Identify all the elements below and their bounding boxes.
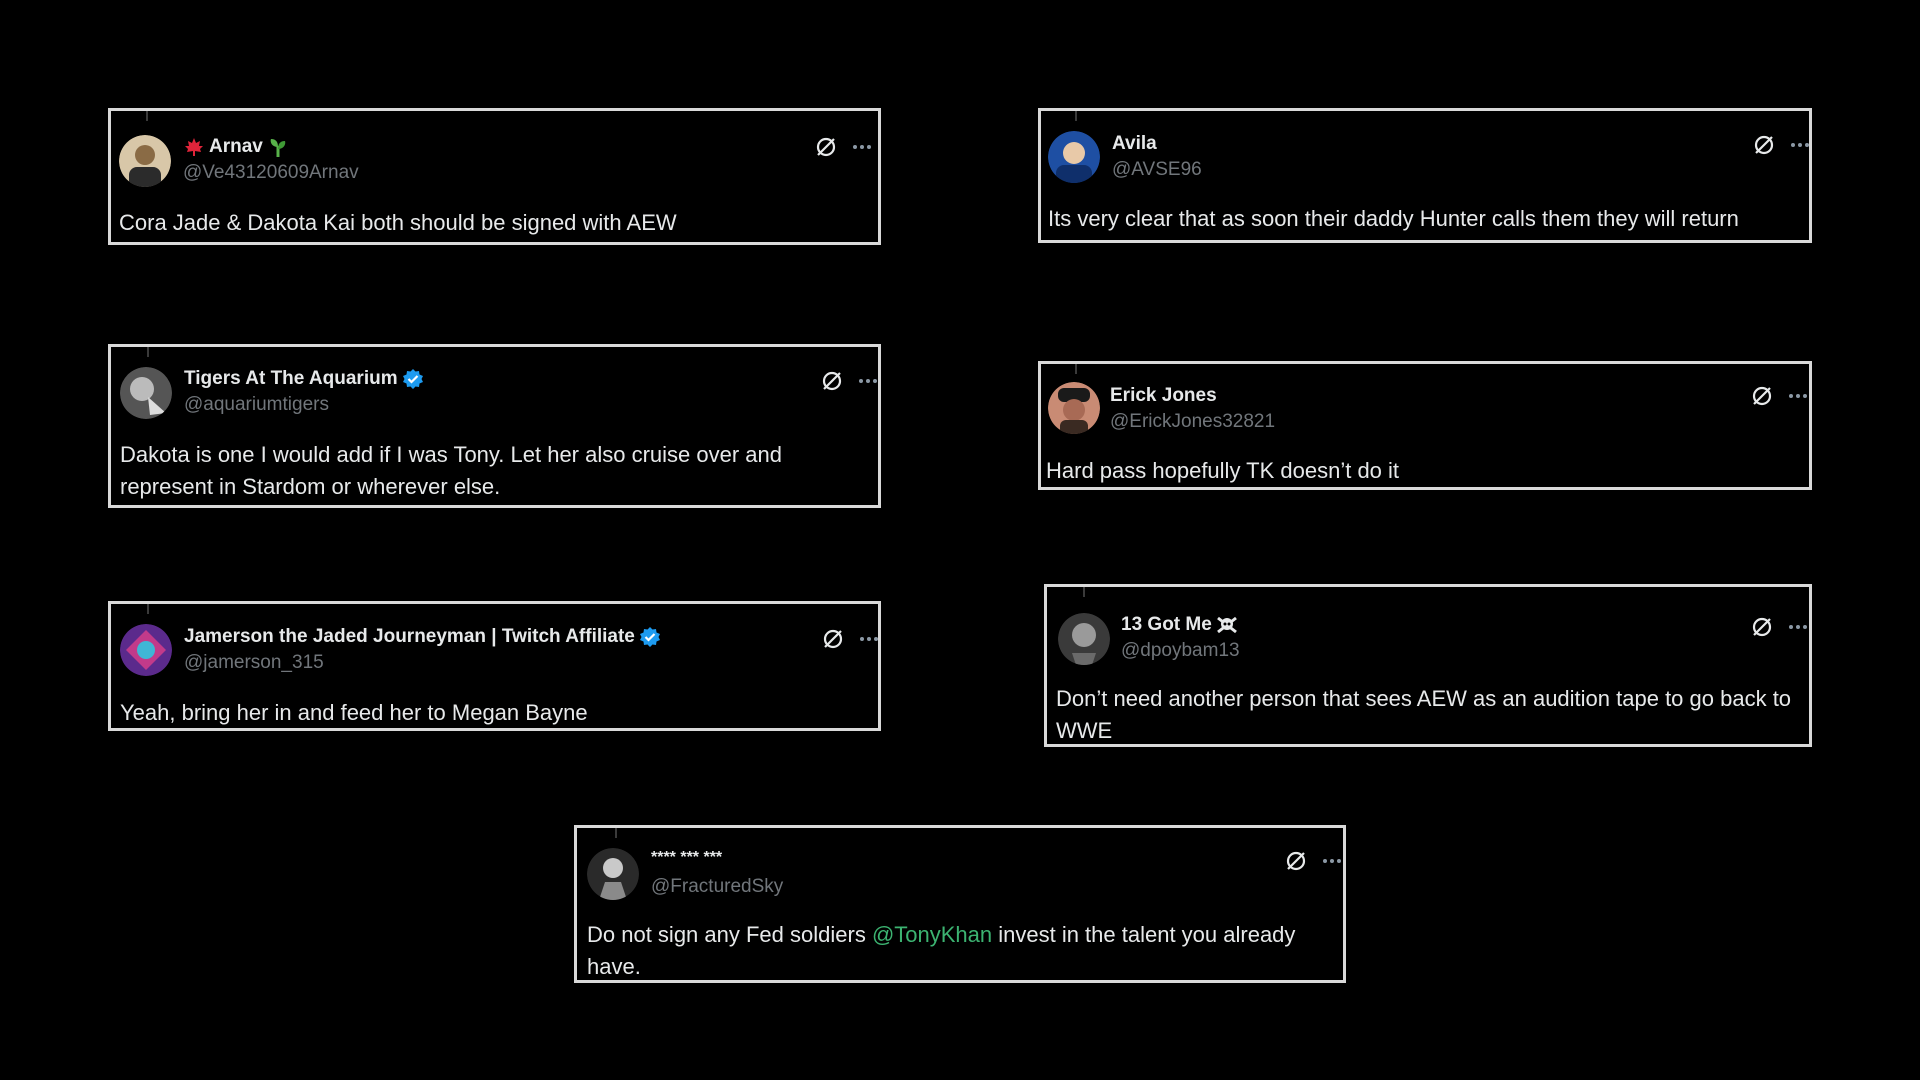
tweet-text: Cora Jade & Dakota Kai both should be si…	[119, 210, 677, 235]
tweet-text: Hard pass hopefully TK doesn’t do it	[1046, 458, 1400, 483]
more-options-icon[interactable]	[859, 636, 879, 642]
tweet-text: Dakota is one I would add if I was Tony.…	[120, 442, 782, 499]
more-options-icon[interactable]	[852, 144, 872, 150]
display-name[interactable]: Jamerson the Jaded Journeyman | Twitch A…	[184, 626, 635, 648]
display-name[interactable]: **** *** ***	[651, 849, 722, 867]
tweet-card-aquariumtigers: Tigers At The Aquarium @aquariumtigers D…	[108, 344, 881, 508]
thread-line	[146, 111, 148, 121]
grok-icon[interactable]	[1750, 384, 1774, 408]
thread-line	[147, 347, 149, 357]
more-options-icon[interactable]	[858, 378, 878, 384]
thread-line	[1075, 364, 1077, 374]
user-handle[interactable]: @ErickJones32821	[1110, 411, 1275, 433]
display-name[interactable]: Avila	[1112, 133, 1157, 155]
grok-icon[interactable]	[821, 627, 845, 651]
tweet-card-dpoybam13: 13 Got Me @dpoybam13 Don’t need another …	[1044, 584, 1812, 747]
verified-icon	[639, 626, 661, 648]
mention-link[interactable]: @TonyKhan	[872, 922, 992, 947]
tweet-card-erickjones: Erick Jones @ErickJones32821 Hard pass h…	[1038, 361, 1812, 490]
thread-line	[1083, 587, 1085, 597]
more-options-icon[interactable]	[1790, 142, 1810, 148]
tweet-text: Do not sign any Fed soldiers @TonyKhan i…	[587, 919, 1337, 983]
tweet-card-arnav: Arnav @Ve43120609Arnav Cora Jade & Dakot…	[108, 108, 881, 245]
avatar[interactable]	[587, 848, 639, 900]
thread-line	[615, 828, 617, 838]
user-handle[interactable]: @Ve43120609Arnav	[183, 162, 359, 184]
display-name[interactable]: Tigers At The Aquarium	[184, 368, 398, 390]
tweet-card-fracturedsky: **** *** *** @FracturedSky Do not sign a…	[574, 825, 1346, 983]
tweet-text-part: Do not sign any Fed soldiers	[587, 922, 872, 947]
tweet-text: Don’t need another person that sees AEW …	[1056, 686, 1792, 743]
grok-icon[interactable]	[1284, 849, 1308, 873]
more-options-icon[interactable]	[1322, 858, 1342, 864]
grok-icon[interactable]	[814, 135, 838, 159]
more-options-icon[interactable]	[1788, 624, 1808, 630]
avatar[interactable]	[1058, 613, 1110, 665]
grok-icon[interactable]	[1750, 615, 1774, 639]
thread-line	[1075, 111, 1077, 121]
avatar[interactable]	[119, 135, 171, 187]
maple-leaf-flag-icon	[183, 137, 205, 157]
verified-icon	[402, 368, 424, 390]
user-handle[interactable]: @AVSE96	[1112, 159, 1202, 181]
avatar[interactable]	[120, 367, 172, 419]
user-handle[interactable]: @aquariumtigers	[184, 394, 329, 416]
tweet-card-jamerson: Jamerson the Jaded Journeyman | Twitch A…	[108, 601, 881, 731]
avatar[interactable]	[1048, 131, 1100, 183]
user-handle[interactable]: @dpoybam13	[1121, 640, 1240, 662]
tweet-text: Yeah, bring her in and feed her to Megan…	[120, 700, 588, 725]
user-handle[interactable]: @jamerson_315	[184, 652, 324, 674]
grok-icon[interactable]	[1752, 133, 1776, 157]
more-options-icon[interactable]	[1788, 393, 1808, 399]
tweet-text: Its very clear that as soon their daddy …	[1048, 206, 1739, 231]
avatar[interactable]	[1048, 382, 1100, 434]
seedling-icon	[267, 136, 289, 158]
avatar[interactable]	[120, 624, 172, 676]
grok-icon[interactable]	[820, 369, 844, 393]
display-name[interactable]: Erick Jones	[1110, 385, 1217, 407]
thread-line	[147, 604, 149, 614]
display-name[interactable]: 13 Got Me	[1121, 614, 1212, 636]
skull-crossbones-icon	[1216, 615, 1238, 635]
display-name[interactable]: Arnav	[209, 136, 263, 158]
user-handle[interactable]: @FracturedSky	[651, 876, 783, 898]
tweet-collage: Arnav @Ve43120609Arnav Cora Jade & Dakot…	[0, 0, 1920, 1080]
tweet-card-avila: Avila @AVSE96 Its very clear that as soo…	[1038, 108, 1812, 243]
